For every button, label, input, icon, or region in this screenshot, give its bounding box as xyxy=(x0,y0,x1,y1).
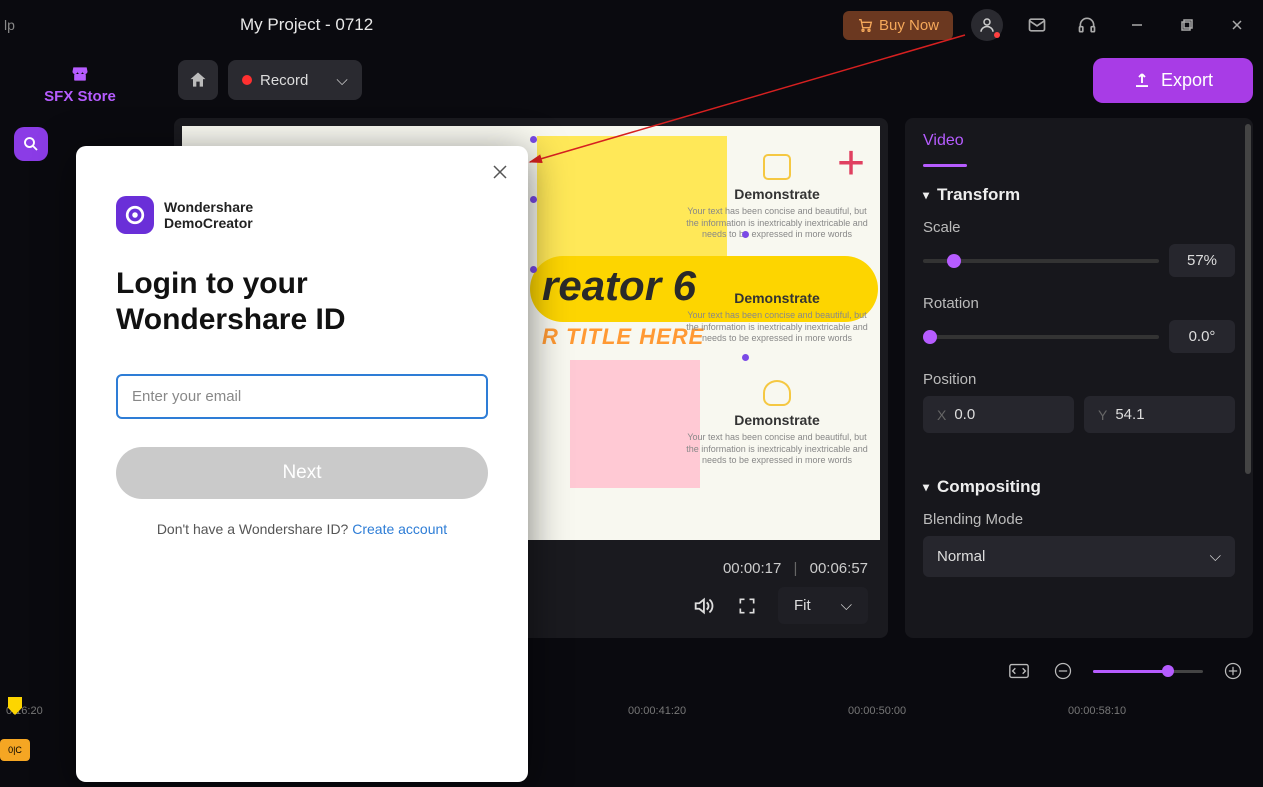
timeline-clip[interactable]: 0|C xyxy=(0,739,30,761)
next-button[interactable]: Next xyxy=(116,447,488,499)
canvas-demo-block-2: Demonstrate Your text has been concise a… xyxy=(662,264,880,345)
selection-handle[interactable] xyxy=(530,136,537,143)
blending-mode-select[interactable]: Normal ⌵ xyxy=(923,536,1235,577)
home-icon xyxy=(188,70,208,90)
close-button[interactable] xyxy=(1221,13,1253,37)
selection-handle[interactable] xyxy=(530,196,537,203)
notification-dot xyxy=(994,32,1000,38)
buy-now-button[interactable]: Buy Now xyxy=(843,11,953,40)
home-button[interactable] xyxy=(178,60,218,100)
titlebar-right: Buy Now xyxy=(843,9,1253,41)
mail-icon[interactable] xyxy=(1021,9,1053,41)
scale-label: Scale xyxy=(923,219,1235,236)
fullscreen-icon xyxy=(737,596,757,616)
project-title: My Project - 0712 xyxy=(240,15,373,35)
ruler-tick: 00:00:50:00 xyxy=(848,705,906,717)
user-icon[interactable] xyxy=(971,9,1003,41)
record-button[interactable]: Record ⌵ xyxy=(228,60,362,100)
email-input[interactable] xyxy=(116,374,488,419)
fullscreen-button[interactable] xyxy=(734,593,760,619)
position-y-input[interactable]: Y54.1 xyxy=(1084,396,1235,433)
position-label: Position xyxy=(923,371,1235,388)
record-dot-icon xyxy=(242,75,252,85)
ruler-tick: 00:00:58:10 xyxy=(1068,705,1126,717)
chevron-down-icon: ⌵ xyxy=(336,72,347,89)
selection-handle[interactable] xyxy=(742,354,749,361)
upload-icon xyxy=(1133,71,1151,89)
close-icon xyxy=(492,164,508,180)
fit-select[interactable]: Fit ⌵ xyxy=(778,587,868,624)
zoom-slider[interactable] xyxy=(1093,670,1203,673)
rotation-value[interactable]: 0.0° xyxy=(1169,320,1235,353)
search-button[interactable] xyxy=(14,127,48,161)
create-account-link[interactable]: Create account xyxy=(352,521,447,537)
modal-close-button[interactable] xyxy=(488,160,512,184)
search-icon xyxy=(22,135,40,153)
compositing-section-header[interactable]: Compositing xyxy=(923,477,1235,497)
properties-panel: Video Transform Scale 57% Rotation 0.0° … xyxy=(905,118,1253,638)
timeline-fit-button[interactable] xyxy=(1005,659,1033,683)
canvas-demo-block-3: Demonstrate Your text has been concise a… xyxy=(662,380,880,467)
maximize-button[interactable] xyxy=(1171,13,1203,37)
scale-slider[interactable] xyxy=(923,259,1159,263)
export-button[interactable]: Export xyxy=(1093,58,1253,103)
cart-icon xyxy=(857,17,873,33)
minimize-button[interactable] xyxy=(1121,13,1153,37)
time-display: 00:00:17 | 00:06:57 xyxy=(723,560,868,577)
rotation-slider[interactable] xyxy=(923,335,1159,339)
ruler-tick: 00:00:41:20 xyxy=(628,705,686,717)
clock-icon xyxy=(763,380,791,406)
toolbar: Record ⌵ Export xyxy=(0,50,1263,110)
menu-fragment[interactable]: lp xyxy=(0,17,20,33)
blending-label: Blending Mode xyxy=(923,511,1235,528)
brand-logo-icon xyxy=(116,196,154,234)
position-x-input[interactable]: X0.0 xyxy=(923,396,1074,433)
chevron-down-icon: ⌵ xyxy=(1210,548,1221,565)
total-time: 00:06:57 xyxy=(810,560,868,577)
canvas-demo-block-1: Demonstrate Your text has been concise a… xyxy=(662,154,880,241)
current-time: 00:00:17 xyxy=(723,560,781,577)
create-account-line: Don't have a Wondershare ID? Create acco… xyxy=(116,521,488,537)
chevron-down-icon: ⌵ xyxy=(841,597,852,614)
properties-scrollbar[interactable] xyxy=(1245,124,1251,474)
modal-brand: Wondershare DemoCreator xyxy=(116,196,488,234)
modal-heading: Login to your Wondershare ID xyxy=(116,266,488,338)
properties-tab-video[interactable]: Video xyxy=(905,118,1253,164)
selection-handle[interactable] xyxy=(742,231,749,238)
speaker-icon xyxy=(692,595,714,617)
titlebar: lp My Project - 0712 Buy Now xyxy=(0,0,1263,50)
selection-handle[interactable] xyxy=(530,266,537,273)
rotation-label: Rotation xyxy=(923,295,1235,312)
volume-button[interactable] xyxy=(690,593,716,619)
headset-icon[interactable] xyxy=(1071,9,1103,41)
scale-value[interactable]: 57% xyxy=(1169,244,1235,277)
camera-icon xyxy=(763,154,791,180)
transform-section-header[interactable]: Transform xyxy=(923,185,1235,205)
login-modal: Wondershare DemoCreator Login to your Wo… xyxy=(76,146,528,782)
zoom-out-button[interactable] xyxy=(1049,659,1077,683)
zoom-in-button[interactable] xyxy=(1219,659,1247,683)
